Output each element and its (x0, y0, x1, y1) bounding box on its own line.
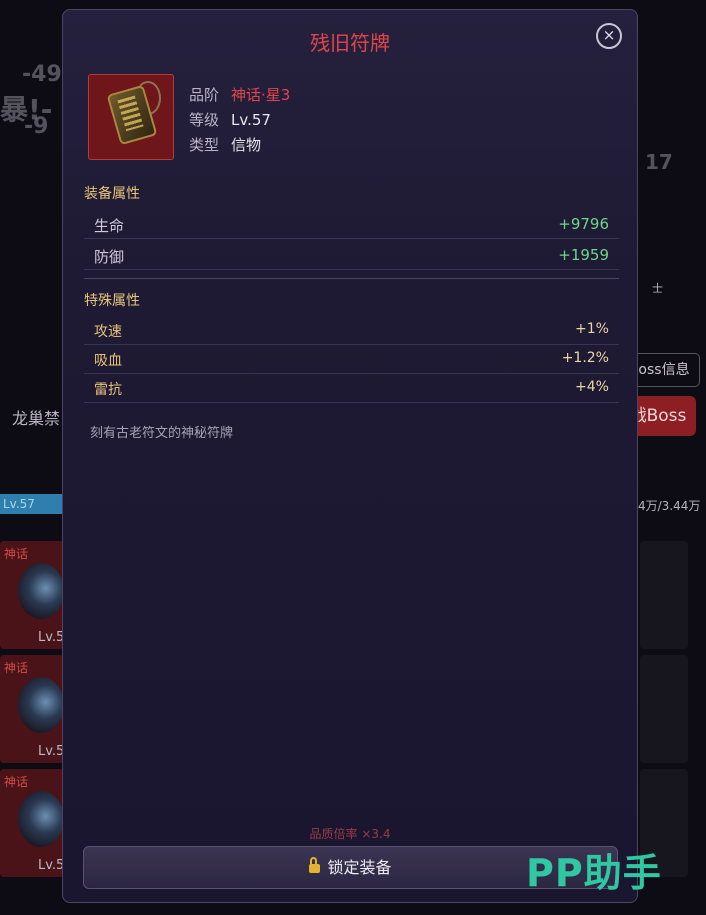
stat-name: 生命 (94, 217, 125, 235)
damage-text: -9 (24, 114, 49, 139)
special-stats-title: 特殊属性 (84, 293, 140, 309)
stage-label: 龙巢禁 (12, 409, 61, 428)
boss-info-button[interactable]: oss信息 (628, 353, 700, 387)
equipment-icon (18, 677, 64, 733)
side-card[interactable] (640, 655, 688, 763)
talisman-icon (88, 74, 174, 160)
close-button[interactable]: × (596, 23, 622, 49)
equipment-slot[interactable]: 神话 Lv.5 (0, 769, 64, 877)
stat-value: +1% (575, 321, 609, 337)
lock-button-label: 锁定装备 (327, 858, 392, 877)
meta-key: 等级 (189, 111, 220, 129)
base-stats-title: 装备属性 (84, 186, 140, 202)
meta-key: 品阶 (189, 86, 220, 104)
slot-level: Lv.5 (38, 744, 65, 759)
equipment-slot[interactable]: 神话 Lv.5 (0, 655, 64, 763)
item-rarity: 品阶 神话·星3 (189, 84, 290, 105)
stat-value: +1959 (558, 246, 609, 264)
stat-name: 攻速 (94, 324, 122, 340)
meta-value: 神话·星3 (231, 86, 291, 104)
stat-row: 生命 +9796 (84, 209, 619, 239)
meta-value: 信物 (231, 136, 262, 154)
close-icon: × (602, 26, 616, 44)
equipment-slot[interactable]: 神话 Lv.5 (0, 541, 64, 649)
player-level-bar: Lv.57 (0, 494, 64, 514)
character-label: 士 (652, 282, 663, 295)
slot-level: Lv.5 (38, 630, 65, 645)
meta-key: 类型 (189, 136, 220, 154)
slot-level: Lv.5 (38, 858, 65, 873)
slot-rarity-tag: 神话 (4, 547, 29, 561)
damage-text: 17 (645, 150, 673, 174)
stat-row: 防御 +1959 (84, 240, 619, 270)
stat-value: +9796 (558, 215, 609, 233)
stat-name: 防御 (94, 248, 125, 266)
stat-name: 雷抗 (94, 382, 122, 398)
hp-progress-text: 4万/3.44万 (638, 499, 701, 513)
lock-icon (309, 857, 321, 873)
item-type: 类型 信物 (189, 134, 261, 155)
meta-value: Lv.57 (231, 111, 271, 129)
item-detail-dialog: 残旧符牌 × 品阶 神话·星3 等级 Lv.57 类型 信物 装备属性 生命 +979… (62, 9, 638, 903)
item-level: 等级 Lv.57 (189, 109, 271, 130)
slot-rarity-tag: 神话 (4, 661, 29, 675)
section-divider (84, 278, 619, 279)
special-stat-row: 雷抗 +4% (84, 373, 619, 403)
quality-rate: 品质倍率 ×3.4 (309, 827, 391, 841)
special-stat-row: 攻速 +1% (84, 315, 619, 345)
side-card[interactable] (640, 541, 688, 649)
damage-text: -49 (22, 62, 62, 87)
item-description: 刻有古老符文的神秘符牌 (90, 426, 234, 441)
special-stat-row: 吸血 +1.2% (84, 344, 619, 374)
slot-rarity-tag: 神话 (4, 775, 29, 789)
stat-value: +1.2% (561, 350, 609, 366)
stat-name: 吸血 (94, 353, 122, 369)
equipment-icon (18, 791, 64, 847)
equipment-icon (18, 563, 64, 619)
stat-value: +4% (575, 379, 609, 395)
watermark-logo: PP助手 (526, 851, 662, 895)
item-title: 残旧符牌 (310, 31, 390, 55)
